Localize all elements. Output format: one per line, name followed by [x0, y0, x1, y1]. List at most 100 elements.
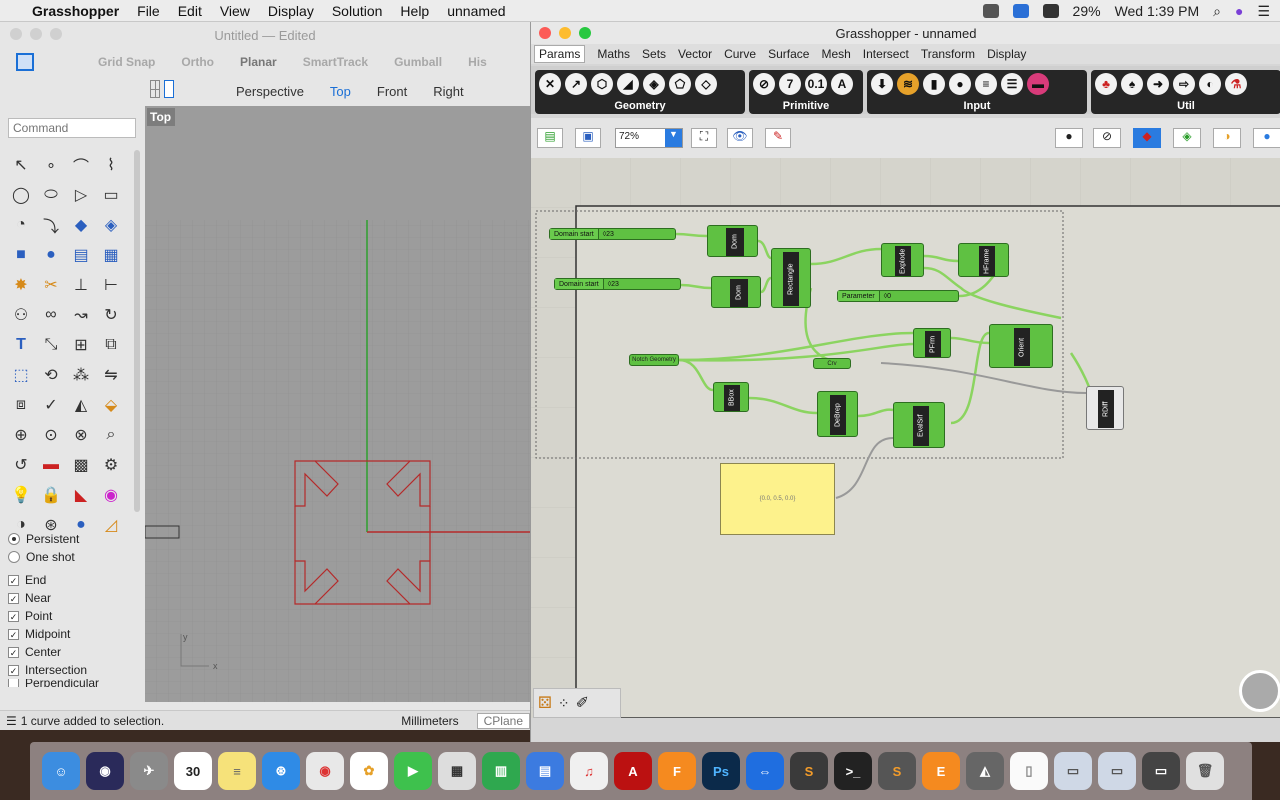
close-button[interactable]: [10, 28, 22, 40]
sketch-widget-icon[interactable]: ✐: [576, 693, 589, 713]
persistent-radio[interactable]: [8, 533, 20, 545]
save-file-icon[interactable]: ▣: [575, 128, 601, 148]
cherry-icon[interactable]: ♣: [1095, 73, 1117, 95]
preview-wire-icon[interactable]: ⊘: [1093, 128, 1121, 148]
text-param-icon[interactable]: A: [831, 73, 853, 95]
menu-file[interactable]: File: [137, 3, 160, 19]
circle-param-icon[interactable]: ⬡: [591, 73, 613, 95]
grid-tool-icon[interactable]: ▩: [66, 450, 96, 480]
fusion-icon[interactable]: F: [658, 752, 696, 790]
offset-tool-icon[interactable]: ↝: [66, 300, 96, 330]
eagle-icon[interactable]: E: [922, 752, 960, 790]
compass-widget-icon[interactable]: [1239, 670, 1280, 712]
rdiff-component[interactable]: RDiff: [1086, 386, 1124, 430]
dots-grid-icon[interactable]: ⁘: [558, 695, 570, 712]
import-icon[interactable]: ⬇: [871, 73, 893, 95]
trim-tool-icon[interactable]: ⊥: [66, 270, 96, 300]
osnap-checkbox[interactable]: ✓: [8, 610, 19, 622]
tab-params[interactable]: Params: [534, 45, 586, 63]
toggle-icon[interactable]: ▮: [923, 73, 945, 95]
autocad-icon[interactable]: A: [614, 752, 652, 790]
dom-component-2[interactable]: Dom: [711, 276, 761, 308]
tab-intersect[interactable]: Intersect: [863, 47, 909, 61]
bbox-component[interactable]: BBox: [713, 382, 749, 412]
swatch-icon[interactable]: ▬: [1027, 73, 1049, 95]
line-param-icon[interactable]: ↗: [565, 73, 587, 95]
analyze-tool-icon[interactable]: ⧈: [6, 390, 36, 420]
integer-param-icon[interactable]: 7: [779, 73, 801, 95]
teamviewer-icon[interactable]: [1012, 4, 1029, 18]
sublime-2-icon[interactable]: S: [878, 752, 916, 790]
osnap-checkbox[interactable]: ✓: [8, 664, 19, 676]
slider-value[interactable]: ◊23: [599, 231, 614, 238]
screenshot-3-icon[interactable]: ▭: [1142, 752, 1180, 790]
curve-param-icon[interactable]: ✕: [539, 73, 561, 95]
safari-icon[interactable]: ⊛: [262, 752, 300, 790]
tab-vector[interactable]: Vector: [678, 47, 712, 61]
tab-transform[interactable]: Transform: [921, 47, 975, 61]
tab-sets[interactable]: Sets: [642, 47, 666, 61]
inkscape-icon[interactable]: ◭: [966, 752, 1004, 790]
zoom-window-icon[interactable]: ⊙: [36, 420, 66, 450]
tab-mesh[interactable]: Mesh: [821, 47, 850, 61]
preview-selected-icon[interactable]: ◈: [1173, 128, 1201, 148]
mesh-tool-icon[interactable]: ▦: [96, 240, 126, 270]
preview-shaded-icon[interactable]: ◆: [1133, 128, 1161, 148]
teamviewer-dock-icon[interactable]: ⇔: [746, 752, 784, 790]
gh-minimize-button[interactable]: [559, 27, 571, 39]
parameter-slider[interactable]: Parameter ◊0: [837, 290, 959, 302]
osnap-item[interactable]: ✓ Near: [8, 589, 132, 607]
split-tool-icon[interactable]: ✂: [36, 270, 66, 300]
status-menu-icon[interactable]: ☰: [6, 714, 17, 728]
list-icon[interactable]: ☰: [1001, 73, 1023, 95]
surface-param-icon[interactable]: ◈: [643, 73, 665, 95]
smarttrack-toggle[interactable]: SmartTrack: [303, 55, 368, 69]
zoom-tool-icon[interactable]: ⊕: [6, 420, 36, 450]
screenshot-1-icon[interactable]: ▭: [1054, 752, 1092, 790]
menu-help[interactable]: Help: [400, 3, 429, 19]
orient-component[interactable]: Orient: [989, 324, 1053, 368]
screenshot-2-icon[interactable]: ▭: [1098, 752, 1136, 790]
gh-close-button[interactable]: [539, 27, 551, 39]
number-param-icon[interactable]: 0.1: [805, 73, 827, 95]
four-view-icon[interactable]: [150, 80, 160, 98]
osnap-oneshot[interactable]: One shot: [8, 548, 132, 566]
pfrm-component[interactable]: PFrm: [913, 328, 951, 358]
tab-top[interactable]: Top: [330, 84, 351, 99]
notes-icon[interactable]: ≡: [218, 752, 256, 790]
sphere-tool-icon[interactable]: ●: [36, 240, 66, 270]
text-tool-icon[interactable]: T: [6, 330, 36, 360]
keynote-icon[interactable]: ▤: [526, 752, 564, 790]
preview-extra-icon[interactable]: ●: [1253, 128, 1280, 148]
grid-snap-toggle[interactable]: Grid Snap: [98, 55, 155, 69]
gumball-toggle[interactable]: Gumball: [394, 55, 442, 69]
single-view-icon[interactable]: [164, 80, 174, 98]
trash-icon[interactable]: 🗑: [1186, 752, 1224, 790]
arrow-right-icon[interactable]: ➜: [1147, 73, 1169, 95]
oneshot-radio[interactable]: [8, 551, 20, 563]
options-tool-icon[interactable]: ⚙: [96, 450, 126, 480]
viewport-label[interactable]: Top: [147, 108, 175, 126]
mesh-param-icon[interactable]: ◇: [695, 73, 717, 95]
osnap-checkbox[interactable]: ✓: [8, 592, 19, 604]
mirror-tool-icon[interactable]: ⇋: [96, 360, 126, 390]
car-tool-icon[interactable]: ▬: [36, 450, 66, 480]
zoom-button[interactable]: [50, 28, 62, 40]
cplane-button[interactable]: CPlane: [476, 712, 530, 729]
slider-value[interactable]: ◊23: [604, 281, 619, 288]
top-viewport[interactable]: y x: [145, 106, 530, 702]
facetime-icon[interactable]: ▶: [394, 752, 432, 790]
zoom-extents-icon[interactable]: ⛶: [691, 128, 717, 148]
domain-start-slider-1[interactable]: Domain start ◊23: [549, 228, 676, 240]
osnap-item[interactable]: ✓ Center: [8, 643, 132, 661]
units-label[interactable]: Millimeters: [401, 714, 458, 728]
tab-maths[interactable]: Maths: [597, 47, 630, 61]
osnap-checkbox[interactable]: ✓: [8, 646, 19, 658]
arrow-outline-icon[interactable]: ⇨: [1173, 73, 1195, 95]
preview-off-icon[interactable]: ●: [1055, 128, 1083, 148]
dice-icon[interactable]: ⚄: [538, 693, 552, 713]
osnap-persistent[interactable]: Persistent: [8, 530, 132, 548]
osnap-item[interactable]: ✓ Midpoint: [8, 625, 132, 643]
menu-view[interactable]: View: [220, 3, 250, 19]
menu-edit[interactable]: Edit: [178, 3, 202, 19]
